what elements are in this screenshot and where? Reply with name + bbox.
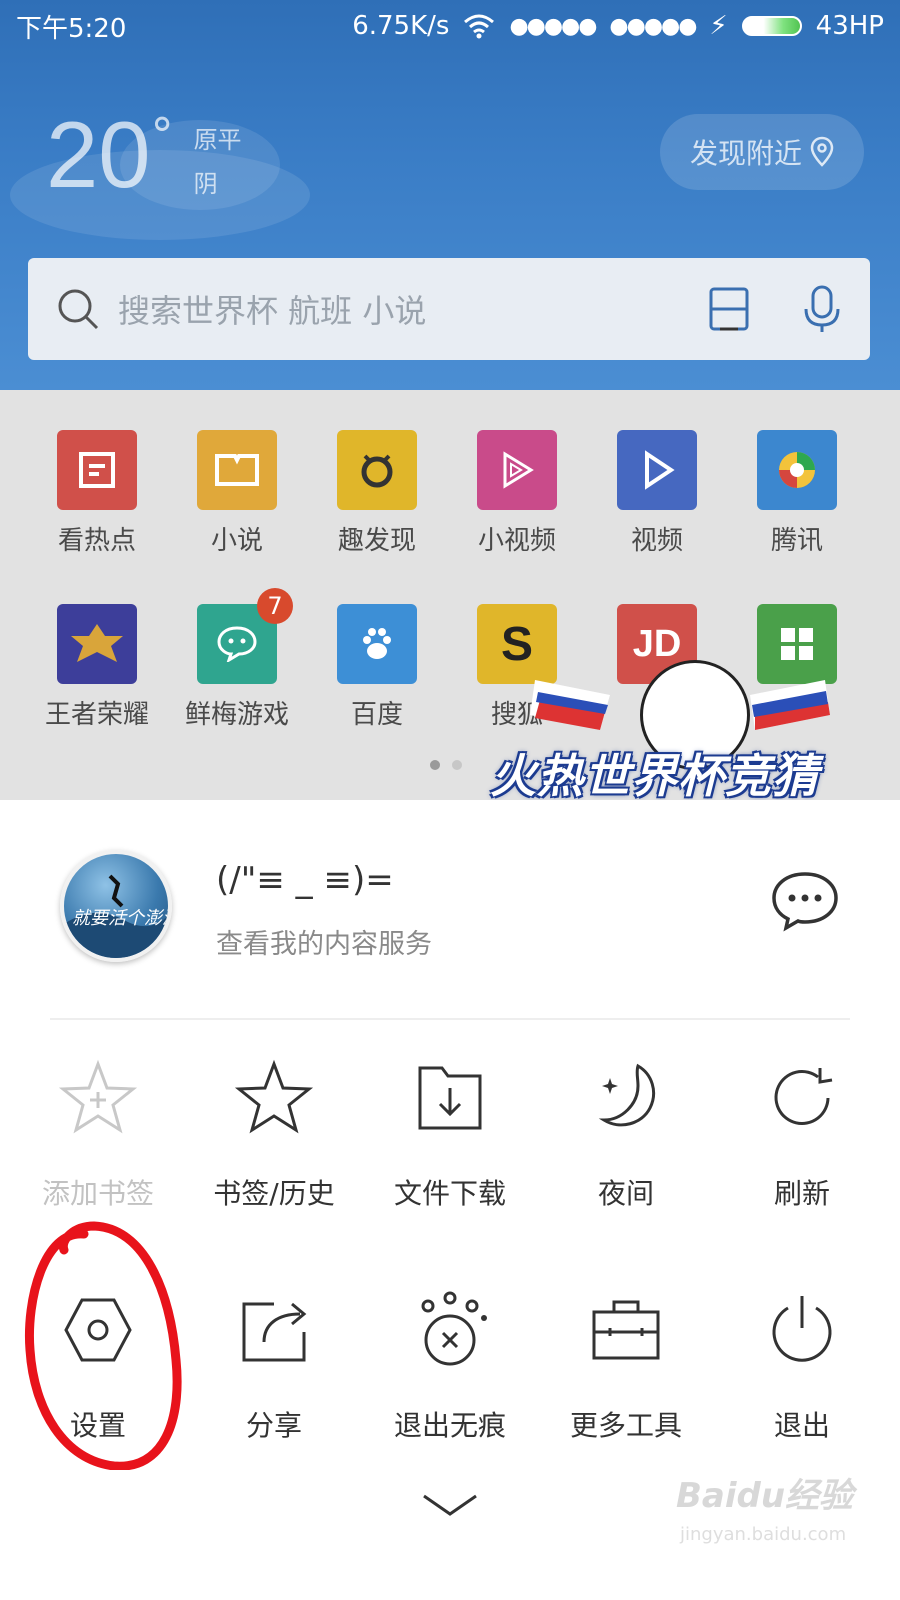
battery-icon [741, 16, 802, 36]
menu-label: 分享 [245, 1409, 302, 1442]
shortcut-video[interactable]: 视频 [587, 430, 727, 557]
shortcut-label: 趣发现 [337, 526, 416, 556]
weather-condition: 阴 [193, 170, 218, 198]
page-indicator [430, 760, 462, 770]
shortcut-grid: 看热点 小说 趣发现 小视频 视频 腾讯 王者荣耀 7 鲜梅游戏 百度 S 搜狐… [0, 390, 900, 800]
exit-button[interactable]: 退出 [714, 1290, 890, 1444]
search-input[interactable]: 搜索世界杯 航班 小说 [118, 286, 708, 332]
add-bookmark-button[interactable]: 添加书签 [10, 1058, 186, 1212]
temperature: 20 [46, 102, 151, 207]
shortcut-baidu[interactable]: 百度 [307, 604, 447, 731]
refresh-icon [774, 1068, 833, 1125]
news-icon [57, 430, 137, 510]
more-tools-button[interactable]: 更多工具 [538, 1290, 714, 1444]
shortcut-novel[interactable]: 小说 [167, 430, 307, 557]
highlight-annotation [24, 1221, 182, 1470]
exit-incognito-button[interactable]: 退出无痕 [362, 1290, 538, 1444]
star-icon [234, 1059, 314, 1134]
shortcut-discover[interactable]: 趣发现 [307, 430, 447, 557]
power-icon [772, 1296, 832, 1362]
game-icon [57, 604, 137, 684]
browser-home-header: 下午5:20 6.75K/s ●●●●● ●●●●● ⚡ 43HP 20 ° 原… [0, 0, 900, 390]
menu-label: 退出 [773, 1409, 830, 1442]
browser-menu-sheet: 就要活个澎湃 (/"≡ _ ≡)= 查看我的内容服务 添加书签 书签/历史 文件… [0, 800, 900, 1600]
shortcut-label: 鲜梅游戏 [184, 700, 289, 730]
promo-title: 火热世界杯竞猜 [490, 749, 819, 800]
world-cup-promo-banner[interactable]: 火热世界杯竞猜 [490, 640, 900, 800]
degree-symbol: ° [150, 108, 174, 162]
wifi-icon [464, 14, 495, 39]
tencent-icon [757, 430, 837, 510]
watermark-url: jingyan.baidu.com [680, 1524, 847, 1545]
shortcut-label: 王者荣耀 [44, 700, 149, 730]
shortcut-short-video[interactable]: 小视频 [447, 430, 587, 557]
add-bookmark-icon [58, 1059, 138, 1134]
menu-label: 添加书签 [41, 1177, 154, 1210]
share-button[interactable]: 分享 [186, 1290, 362, 1444]
status-time: 下午5:20 [16, 13, 127, 44]
shortcut-hot-news[interactable]: 看热点 [27, 430, 167, 557]
search-bar[interactable]: 搜索世界杯 航班 小说 [28, 258, 870, 360]
charging-icon: ⚡ [709, 11, 728, 41]
ar-game-icon: 7 [197, 588, 293, 684]
menu-label: 书签/历史 [213, 1177, 335, 1210]
shortcut-label: 看热点 [57, 526, 136, 556]
avatar[interactable]: 就要活个澎湃 [60, 850, 172, 962]
user-profile[interactable]: 就要活个澎湃 (/"≡ _ ≡)= 查看我的内容服务 [60, 850, 840, 970]
search-icon [58, 289, 99, 330]
short-video-icon [477, 430, 557, 510]
location-pin-icon [810, 136, 834, 167]
microphone-icon[interactable] [802, 285, 842, 333]
discover-nearby-button[interactable]: 发现附近 [660, 114, 864, 190]
menu-label: 退出无痕 [393, 1409, 506, 1442]
flag-icon [530, 680, 610, 730]
signal-icon-2: ●●●●● [609, 13, 697, 39]
flag-icon-2 [750, 680, 830, 730]
share-icon [242, 1302, 307, 1362]
weather-widget[interactable]: 20 ° 原平 阴 [46, 108, 242, 206]
message-icon[interactable] [770, 870, 840, 932]
shortcut-label: 视频 [630, 526, 683, 556]
moon-icon [598, 1063, 655, 1127]
shortcut-label: 百度 [350, 700, 403, 730]
menu-label: 更多工具 [569, 1409, 682, 1442]
menu-label: 文件下载 [393, 1177, 506, 1210]
profile-nickname: (/"≡ _ ≡)= [216, 860, 394, 900]
book-icon [197, 430, 277, 510]
discover-nearby-label: 发现附近 [689, 137, 802, 170]
shortcut-label: 小说 [210, 526, 263, 556]
toolbox-icon [592, 1300, 660, 1360]
avatar-caption: 就要活个澎湃 [72, 908, 172, 929]
shortcut-label: 腾讯 [770, 526, 823, 556]
shortcut-game[interactable]: 7 鲜梅游戏 [167, 588, 307, 731]
status-bar: 下午5:20 6.75K/s ●●●●● ●●●●● ⚡ 43HP [0, 0, 900, 52]
weather-location: 原平 [193, 126, 242, 154]
menu-label: 刷新 [773, 1177, 830, 1210]
menu-label: 夜间 [597, 1177, 654, 1210]
notification-badge: 7 [257, 588, 293, 624]
shortcut-honor-of-kings[interactable]: 王者荣耀 [27, 604, 167, 731]
watermark-logo: Baidu经验 [676, 1476, 854, 1516]
shortcut-label: 小视频 [477, 526, 556, 556]
battery-level: 43HP [815, 11, 884, 41]
download-folder-icon [418, 1066, 482, 1130]
file-download-button[interactable]: 文件下载 [362, 1058, 538, 1212]
refresh-button[interactable]: 刷新 [714, 1058, 890, 1212]
divider [50, 1018, 850, 1020]
shortcut-tencent[interactable]: 腾讯 [727, 430, 867, 557]
profile-subtitle[interactable]: 查看我的内容服务 [216, 922, 432, 961]
baidu-paw-icon [337, 604, 417, 684]
chevron-down-icon[interactable] [420, 1490, 480, 1520]
exit-incognito-icon [421, 1291, 487, 1366]
bookmarks-history-button[interactable]: 书签/历史 [186, 1058, 362, 1212]
signal-icon: ●●●●● [509, 13, 597, 39]
discover-icon [337, 430, 417, 510]
network-speed: 6.75K/s [352, 11, 450, 41]
video-play-icon [617, 430, 697, 510]
night-mode-button[interactable]: 夜间 [538, 1058, 714, 1212]
scan-icon[interactable] [708, 286, 750, 332]
